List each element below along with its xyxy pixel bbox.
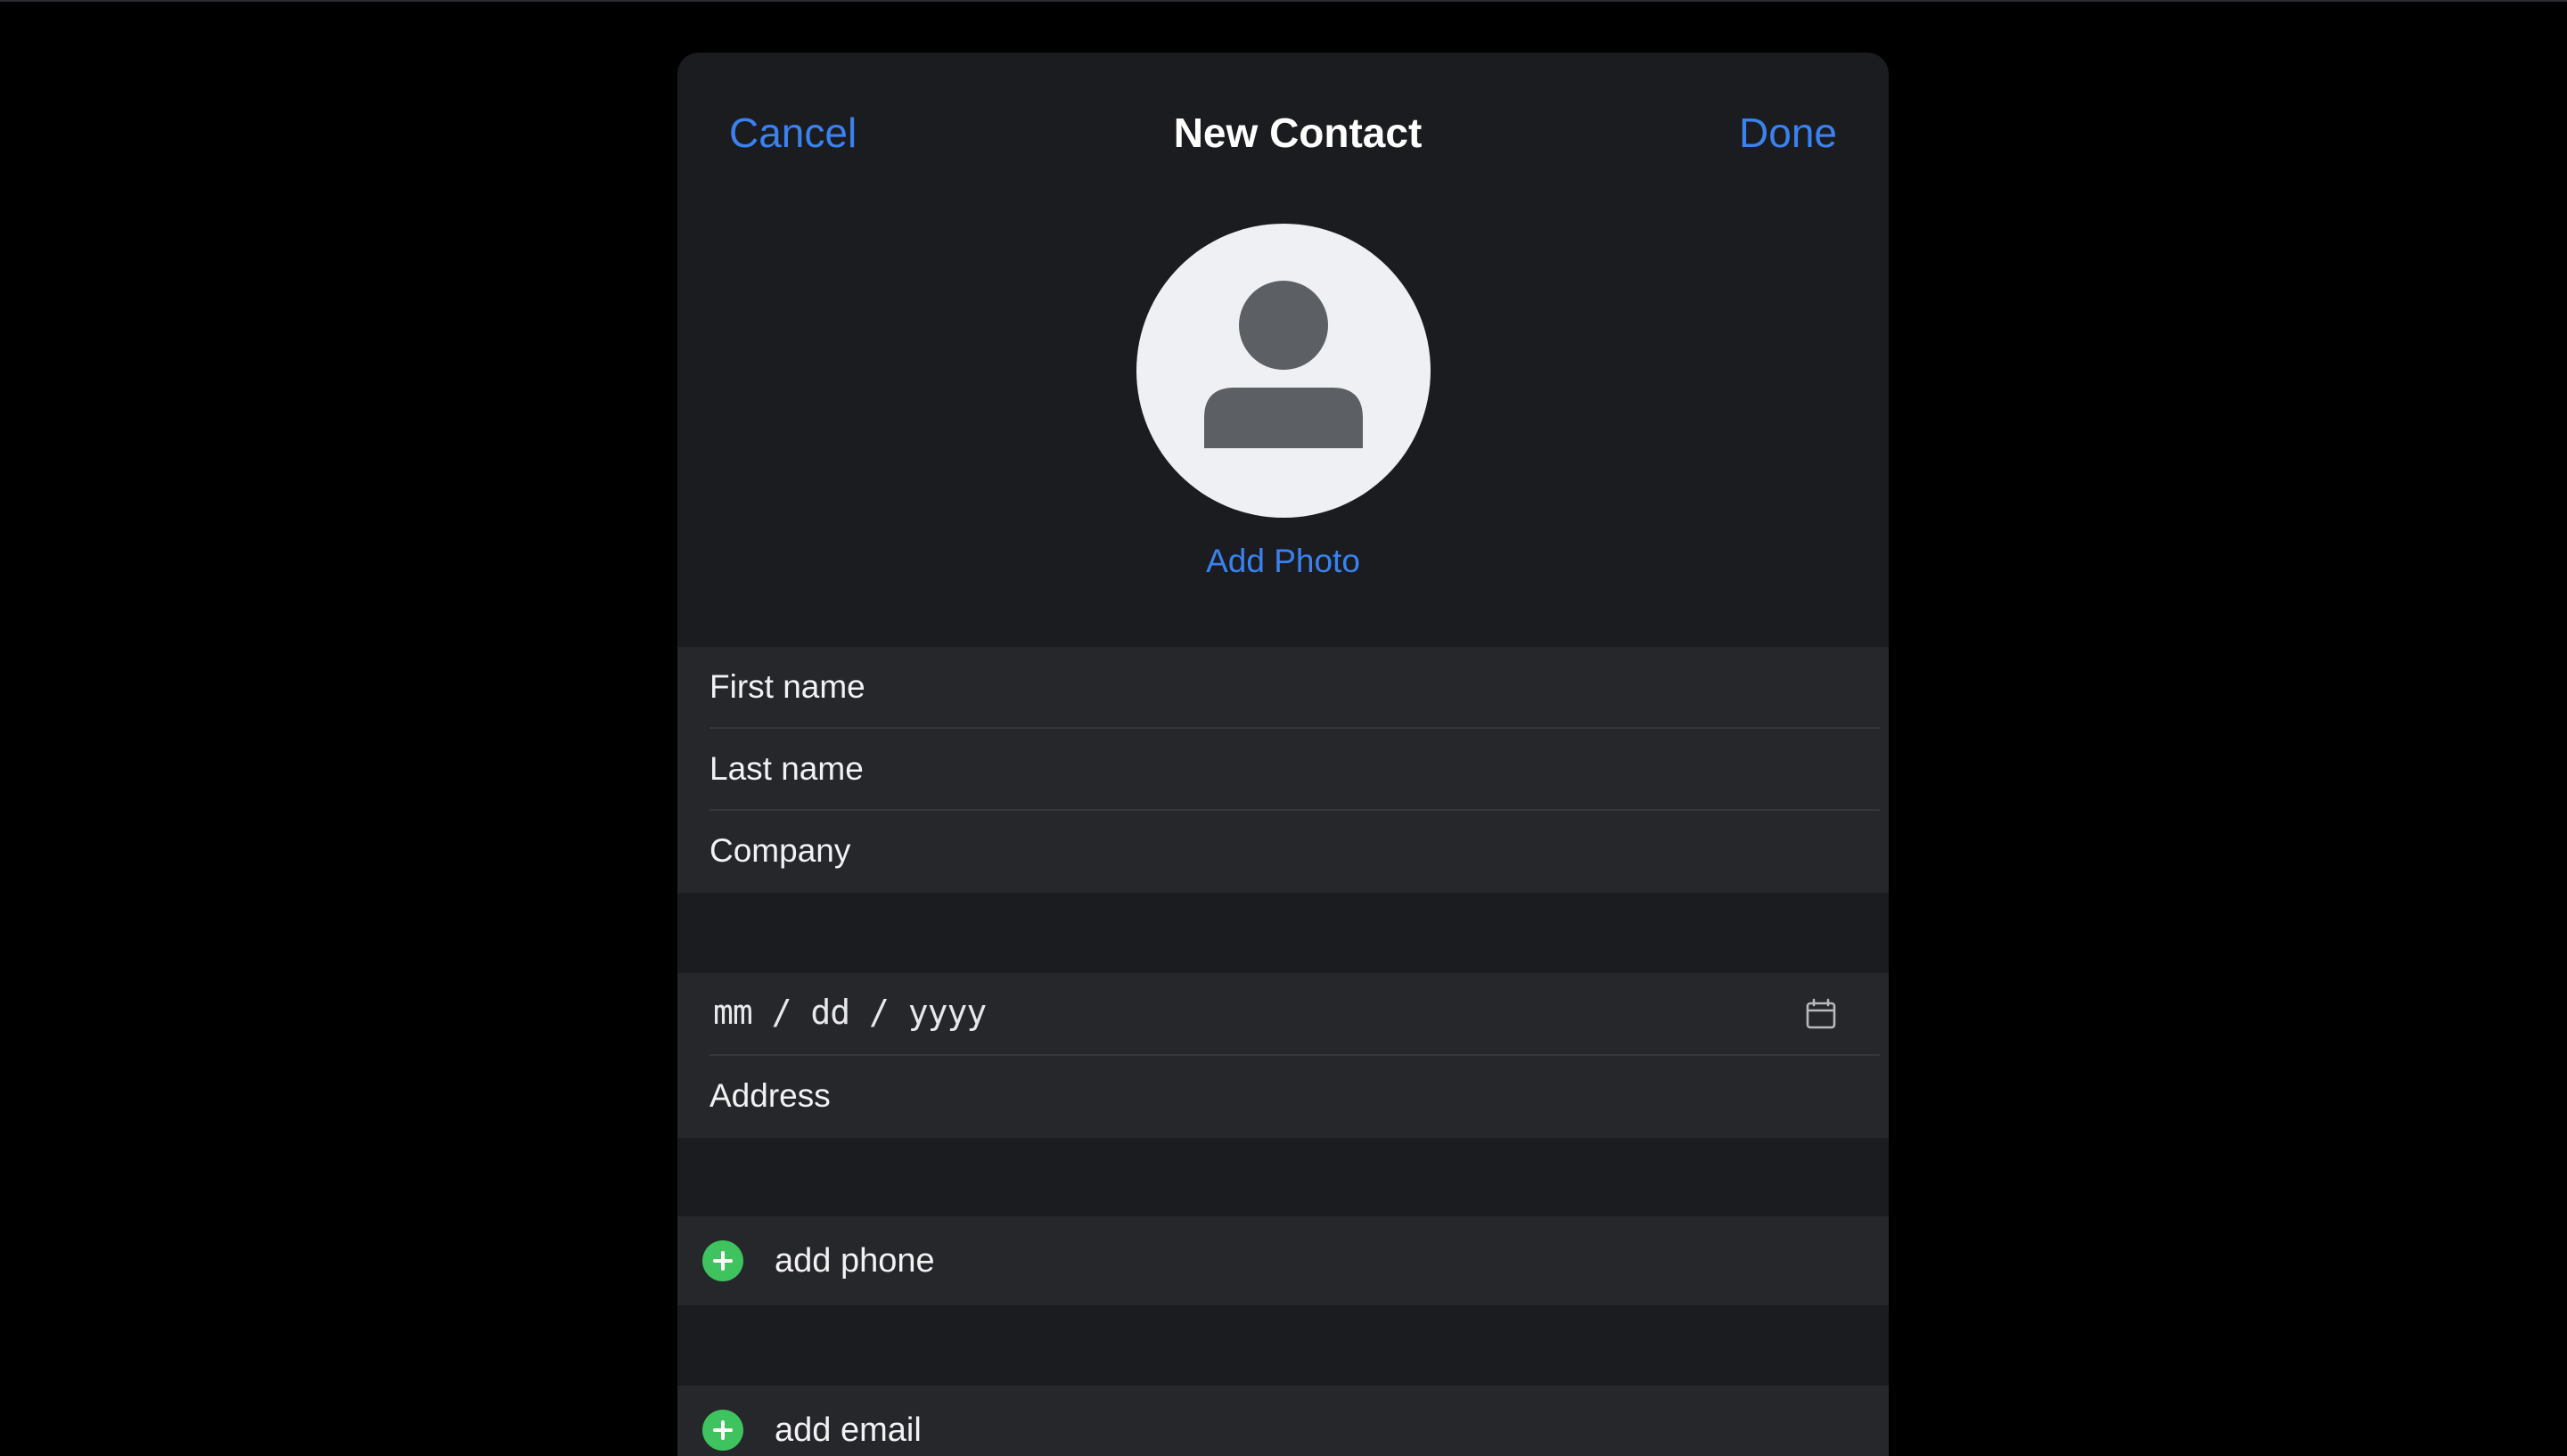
add-phone-label: add phone	[775, 1242, 935, 1280]
person-silhouette-icon	[1204, 281, 1363, 448]
calendar-icon[interactable]	[1803, 996, 1839, 1032]
first-name-row[interactable]: First name	[677, 647, 1889, 729]
page-title: New Contact	[1173, 110, 1423, 156]
company-field[interactable]: Company	[709, 832, 850, 870]
date-row[interactable]: mm / dd / yyyy	[677, 973, 1889, 1056]
first-name-field[interactable]: First name	[709, 668, 865, 706]
add-photo-button[interactable]: Add Photo	[677, 543, 1889, 580]
address-field[interactable]: Address	[709, 1077, 831, 1115]
company-row[interactable]: Company	[677, 811, 1889, 893]
details-group: mm / dd / yyyy Address	[677, 973, 1889, 1138]
window-top-border	[0, 0, 2567, 2]
last-name-field[interactable]: Last name	[709, 750, 864, 788]
address-row[interactable]: Address	[677, 1056, 1889, 1138]
done-button[interactable]: Done	[1739, 109, 1837, 157]
date-input[interactable]: mm / dd / yyyy	[713, 993, 987, 1032]
plus-circle-icon[interactable]	[702, 1410, 743, 1451]
name-fields-group: First name Last name Company	[677, 647, 1889, 893]
avatar[interactable]	[1136, 224, 1431, 518]
email-group: add email	[677, 1386, 1889, 1456]
plus-circle-icon[interactable]	[702, 1240, 743, 1281]
new-contact-sheet: Cancel New Contact Done Add Photo First …	[677, 53, 1889, 1456]
phone-group: add phone	[677, 1216, 1889, 1305]
add-email-button[interactable]: add email	[677, 1386, 1889, 1456]
navigation-bar: Cancel New Contact Done	[677, 53, 1889, 213]
add-email-label: add email	[775, 1411, 922, 1449]
last-name-row[interactable]: Last name	[677, 729, 1889, 811]
add-phone-button[interactable]: add phone	[677, 1216, 1889, 1305]
